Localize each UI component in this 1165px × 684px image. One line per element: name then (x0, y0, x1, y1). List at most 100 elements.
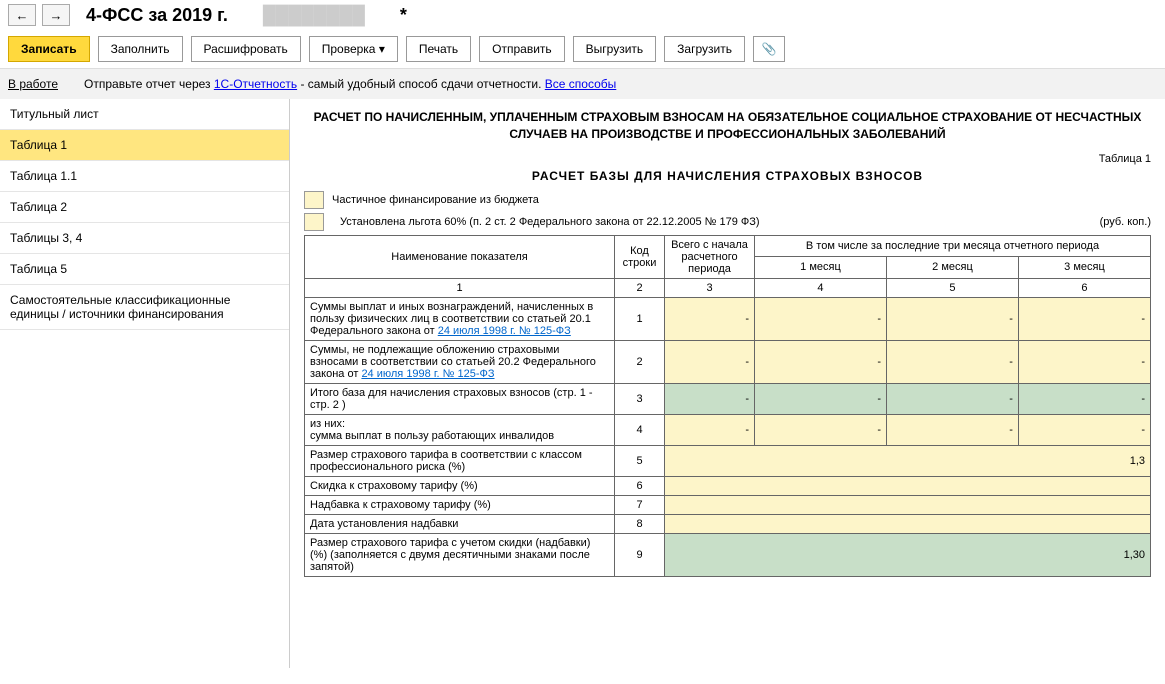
sidebar-item-title[interactable]: Титульный лист (0, 99, 289, 130)
row-name-cell: Размер страхового тарифа с учетом скидки… (305, 533, 615, 576)
law-link[interactable]: 24 июля 1998 г. № 125-ФЗ (438, 325, 571, 337)
row-code-cell: 7 (615, 495, 665, 514)
report-subtitle: РАСЧЕТ БАЗЫ ДЛЯ НАЧИСЛЕНИЯ СТРАХОВЫХ ВЗН… (304, 169, 1151, 183)
value-cell-wide: 1,30 (665, 533, 1151, 576)
checkbox-lgota[interactable] (304, 213, 324, 231)
decrypt-button[interactable]: Расшифровать (191, 36, 301, 62)
table-row: из них: сумма выплат в пользу работающих… (305, 414, 1151, 445)
row-name-cell: из них: сумма выплат в пользу работающих… (305, 414, 615, 445)
sidebar-item-units[interactable]: Самостоятельные классификационные единиц… (0, 285, 289, 330)
th-total: Всего с начала расчетного периода (665, 235, 755, 278)
paperclip-icon: 📎 (762, 42, 777, 56)
row-code-cell: 1 (615, 297, 665, 340)
sidebar: Титульный лист Таблица 1 Таблица 1.1 Таб… (0, 99, 290, 668)
nav-forward-button[interactable]: → (42, 4, 70, 26)
colnum-4: 4 (755, 278, 887, 297)
sidebar-item-table1[interactable]: Таблица 1 (0, 130, 289, 161)
th-m2: 2 месяц (886, 257, 1018, 279)
value-cell[interactable]: - (886, 383, 1018, 414)
table-row: Размер страхового тарифа в соответствии … (305, 445, 1151, 476)
table-row: Размер страхового тарифа с учетом скидки… (305, 533, 1151, 576)
value-cell-wide[interactable] (665, 495, 1151, 514)
fill-button[interactable]: Заполнить (98, 36, 183, 62)
import-button[interactable]: Загрузить (664, 36, 745, 62)
value-cell[interactable]: - (665, 297, 755, 340)
value-cell[interactable]: - (886, 297, 1018, 340)
value-cell[interactable]: - (755, 383, 887, 414)
report-table: Наименование показателя Код строки Всего… (304, 235, 1151, 577)
row-code-cell: 4 (615, 414, 665, 445)
table-row: Итого база для начисления страховых взно… (305, 383, 1151, 414)
table-row: Суммы, не подлежащие обложению страховым… (305, 340, 1151, 383)
sidebar-item-table34[interactable]: Таблицы 3, 4 (0, 223, 289, 254)
th-name: Наименование показателя (305, 235, 615, 278)
row-code-cell: 9 (615, 533, 665, 576)
nav-back-button[interactable]: ← (8, 4, 36, 26)
value-cell-wide[interactable]: 1,3 (665, 445, 1151, 476)
table-row: Скидка к страховому тарифу (%)6 (305, 476, 1151, 495)
save-button[interactable]: Записать (8, 36, 90, 62)
value-cell[interactable]: - (1018, 383, 1150, 414)
row-name-cell: Надбавка к страховому тарифу (%) (305, 495, 615, 514)
link-1c[interactable]: 1С-Отчетность (214, 77, 297, 91)
colnum-3: 3 (665, 278, 755, 297)
th-code: Код строки (615, 235, 665, 278)
row-code-cell: 6 (615, 476, 665, 495)
table-row: Надбавка к страховому тарифу (%)7 (305, 495, 1151, 514)
value-cell[interactable]: - (755, 340, 887, 383)
check-row-1: Частичное финансирование из бюджета (304, 191, 1151, 209)
row-code-cell: 2 (615, 340, 665, 383)
law-link[interactable]: 24 июля 1998 г. № 125-ФЗ (361, 368, 494, 380)
value-cell[interactable]: - (755, 414, 887, 445)
row-name-cell: Скидка к страховому тарифу (%) (305, 476, 615, 495)
page-title: 4-ФСС за 2019 г. ████████ * (86, 5, 407, 26)
checkbox-budget[interactable] (304, 191, 324, 209)
value-cell[interactable]: - (665, 340, 755, 383)
sidebar-item-table11[interactable]: Таблица 1.1 (0, 161, 289, 192)
value-cell[interactable]: - (755, 297, 887, 340)
row-name-cell: Размер страхового тарифа в соответствии … (305, 445, 615, 476)
value-cell[interactable]: - (886, 414, 1018, 445)
value-cell[interactable]: - (1018, 414, 1150, 445)
row-name-cell: Суммы выплат и иных вознаграждений, начи… (305, 297, 615, 340)
value-cell[interactable]: - (665, 383, 755, 414)
value-cell[interactable]: - (1018, 297, 1150, 340)
row-name-cell: Суммы, не подлежащие обложению страховым… (305, 340, 615, 383)
value-cell[interactable]: - (665, 414, 755, 445)
value-cell-wide[interactable] (665, 476, 1151, 495)
unit-label: (руб. коп.) (1100, 216, 1151, 228)
value-cell[interactable]: - (886, 340, 1018, 383)
row-name-cell: Итого база для начисления страховых взно… (305, 383, 615, 414)
sidebar-item-table2[interactable]: Таблица 2 (0, 192, 289, 223)
row-code-cell: 8 (615, 514, 665, 533)
content-area: РАСЧЕТ ПО НАЧИСЛЕННЫМ, УПЛАЧЕННЫМ СТРАХО… (290, 99, 1165, 668)
colnum-2: 2 (615, 278, 665, 297)
table-row: Дата установления надбавки8 (305, 514, 1151, 533)
row-code-cell: 3 (615, 383, 665, 414)
send-button[interactable]: Отправить (479, 36, 565, 62)
title-bar: ← → 4-ФСС за 2019 г. ████████ * (0, 0, 1165, 30)
row-code-cell: 5 (615, 445, 665, 476)
value-cell-wide[interactable] (665, 514, 1151, 533)
check-label-2: Установлена льгота 60% (п. 2 ст. 2 Федер… (340, 216, 760, 228)
check-dropdown[interactable]: Проверка ▾ (309, 36, 398, 62)
value-cell[interactable]: - (1018, 340, 1150, 383)
th-m3: 3 месяц (1018, 257, 1150, 279)
export-button[interactable]: Выгрузить (573, 36, 657, 62)
colnum-5: 5 (886, 278, 1018, 297)
report-main-title: РАСЧЕТ ПО НАЧИСЛЕННЫМ, УПЛАЧЕННЫМ СТРАХО… (304, 109, 1151, 143)
check-label-1: Частичное финансирование из бюджета (332, 194, 539, 206)
colnum-1: 1 (305, 278, 615, 297)
status-state[interactable]: В работе (8, 77, 58, 91)
table-row: Суммы выплат и иных вознаграждений, начи… (305, 297, 1151, 340)
print-button[interactable]: Печать (406, 36, 471, 62)
status-message: Отправьте отчет через 1С-Отчетность - са… (84, 77, 616, 91)
sidebar-item-table5[interactable]: Таблица 5 (0, 254, 289, 285)
check-row-2: Установлена льгота 60% (п. 2 ст. 2 Федер… (304, 213, 1151, 231)
th-m1: 1 месяц (755, 257, 887, 279)
colnum-6: 6 (1018, 278, 1150, 297)
link-all-methods[interactable]: Все способы (545, 77, 617, 91)
attach-button[interactable]: 📎 (753, 36, 785, 62)
th-last3: В том числе за последние три месяца отче… (755, 235, 1151, 257)
row-name-cell: Дата установления надбавки (305, 514, 615, 533)
